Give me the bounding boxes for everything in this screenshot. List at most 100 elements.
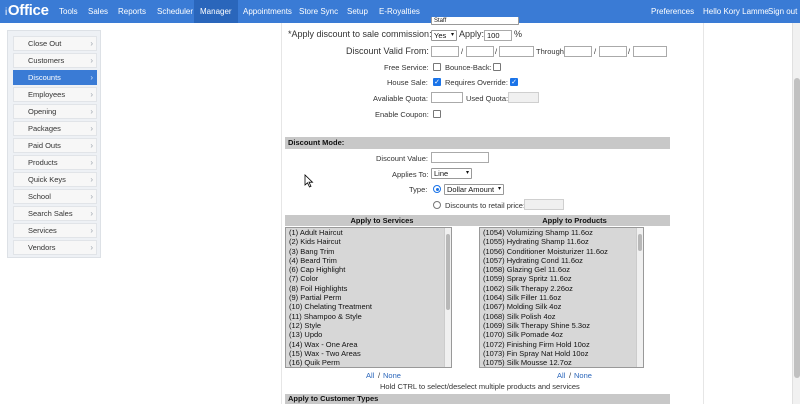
staff-select[interactable]: Staff xyxy=(431,17,519,25)
nav-store-sync[interactable]: Store Sync xyxy=(293,0,344,23)
list-item[interactable]: (1064) Silk Filler 11.6oz xyxy=(480,293,643,302)
chevron-right-icon: › xyxy=(90,107,93,116)
nav-setup[interactable]: Setup xyxy=(341,0,374,23)
list-item[interactable]: (3) Bang Trim xyxy=(286,247,451,256)
list-item[interactable]: (16) Quik Perm xyxy=(286,358,451,367)
list-item[interactable]: (1067) Molding Silk 4oz xyxy=(480,302,643,311)
nav-appointments[interactable]: Appointments xyxy=(237,0,298,23)
applies-to-value: Line xyxy=(434,169,449,178)
valid-to-year[interactable] xyxy=(633,46,667,57)
house-sale-checkbox[interactable]: ✓ xyxy=(433,78,441,86)
list-item[interactable]: (1073) Fin Spray Nat Hold 10oz xyxy=(480,349,643,358)
list-item[interactable]: (1072) Finishing Firm Hold 10oz xyxy=(480,340,643,349)
list-item[interactable]: (1055) Hydrating Shamp 11.6oz xyxy=(480,237,643,246)
preferences-link[interactable]: Preferences xyxy=(651,0,694,23)
manager-sidebar: Close Out › Customers › Discounts › Employe… xyxy=(7,30,101,258)
list-item[interactable]: (14) Wax - One Area xyxy=(286,340,451,349)
services-listbox[interactable]: (1) Adult Haircut (2) Kids Haircut (3) Ban… xyxy=(285,227,452,368)
list-item[interactable]: (1068) Silk Polish 4oz xyxy=(480,312,643,321)
used-quota-input xyxy=(508,92,539,103)
products-none-link[interactable]: None xyxy=(574,371,592,380)
nav-scheduler[interactable]: Scheduler xyxy=(151,0,199,23)
services-scrollbar[interactable] xyxy=(444,228,451,367)
requires-override-checkbox[interactable]: ✓ xyxy=(510,78,518,86)
list-item[interactable]: (8) Foil Highlights xyxy=(286,284,451,293)
nav-e-royalties[interactable]: E-Royalties xyxy=(373,0,426,23)
page-scrollbar[interactable] xyxy=(792,23,800,404)
sidebar-item-discounts[interactable]: Discounts › xyxy=(13,70,97,85)
sidebar-item-opening[interactable]: Opening › xyxy=(13,104,97,119)
available-quota-input[interactable] xyxy=(431,92,463,103)
enable-coupon-checkbox[interactable] xyxy=(433,110,441,118)
chevron-right-icon: › xyxy=(90,175,93,184)
list-item[interactable]: (1) Adult Haircut xyxy=(286,228,451,237)
list-item[interactable]: (1058) Glazing Gel 11.6oz xyxy=(480,265,643,274)
sidebar-item-packages[interactable]: Packages › xyxy=(13,121,97,136)
sidebar-item-school[interactable]: School › xyxy=(13,189,97,204)
sidebar-item-label: Services xyxy=(28,226,57,235)
products-listbox[interactable]: (1054) Volumizing Shamp 11.6oz (1055) Hyd… xyxy=(479,227,644,368)
valid-from-day[interactable] xyxy=(466,46,494,57)
sidebar-item-employees[interactable]: Employees › xyxy=(13,87,97,102)
nav-reports[interactable]: Reports xyxy=(112,0,152,23)
services-none-link[interactable]: None xyxy=(383,371,401,380)
scroll-thumb[interactable] xyxy=(794,78,800,378)
scroll-thumb[interactable] xyxy=(446,234,450,310)
nav-sales[interactable]: Sales xyxy=(82,0,114,23)
chevron-right-icon: › xyxy=(90,243,93,252)
list-item[interactable]: (11) Shampoo & Style xyxy=(286,312,451,321)
list-item[interactable]: (7) Color xyxy=(286,274,451,283)
products-all-link[interactable]: All xyxy=(557,371,565,380)
sidebar-item-search-sales[interactable]: Search Sales › xyxy=(13,206,97,221)
list-item[interactable]: (6) Cap Highlight xyxy=(286,265,451,274)
list-item[interactable]: (1069) Silk Therapy Shine 5.3oz xyxy=(480,321,643,330)
retail-price-radio[interactable] xyxy=(433,201,441,209)
sidebar-item-quick-keys[interactable]: Quick Keys › xyxy=(13,172,97,187)
sidebar-item-services[interactable]: Services › xyxy=(13,223,97,238)
sidebar-item-label: Discounts xyxy=(28,73,61,82)
sidebar-item-paid-outs[interactable]: Paid Outs › xyxy=(13,138,97,153)
valid-from-month[interactable] xyxy=(431,46,459,57)
valid-from-year[interactable] xyxy=(499,46,534,57)
app-logo[interactable]: iOffice xyxy=(5,2,49,19)
list-item[interactable]: (1057) Hydrating Cond 11.6oz xyxy=(480,256,643,265)
list-item[interactable]: (1075) Silk Mousse 12.7oz xyxy=(480,358,643,367)
list-item[interactable]: (12) Style xyxy=(286,321,451,330)
list-item[interactable]: (15) Wax - Two Areas xyxy=(286,349,451,358)
discount-value-input[interactable] xyxy=(431,152,489,163)
sidebar-item-vendors[interactable]: Vendors › xyxy=(13,240,97,255)
commission-select[interactable]: Yes ▾ xyxy=(431,30,457,41)
sidebar-item-label: Close Out xyxy=(28,39,62,48)
sidebar-item-products[interactable]: Products › xyxy=(13,155,97,170)
applies-to-select[interactable]: Line ▾ xyxy=(431,168,472,179)
list-item[interactable]: (1054) Volumizing Shamp 11.6oz xyxy=(480,228,643,237)
sidebar-item-customers[interactable]: Customers › xyxy=(13,53,97,68)
bounce-back-checkbox[interactable] xyxy=(493,63,501,71)
list-item[interactable]: (9) Partial Perm xyxy=(286,293,451,302)
services-all-link[interactable]: All xyxy=(366,371,374,380)
sidebar-item-close-out[interactable]: Close Out › xyxy=(13,36,97,51)
list-item[interactable]: (13) Updo xyxy=(286,330,451,339)
valid-to-day[interactable] xyxy=(599,46,627,57)
list-item[interactable]: (2) Kids Haircut xyxy=(286,237,451,246)
type-radio-dollar[interactable] xyxy=(433,185,441,193)
nav-manager[interactable]: Manager xyxy=(194,0,238,23)
type-select[interactable]: Dollar Amount ▾ xyxy=(444,184,504,195)
free-service-checkbox[interactable] xyxy=(433,63,441,71)
signout-link[interactable]: Sign out xyxy=(768,0,797,23)
list-item[interactable]: (4) Beard Trim xyxy=(286,256,451,265)
nav-tools[interactable]: Tools xyxy=(53,0,84,23)
products-scrollbar[interactable] xyxy=(636,228,643,367)
list-item[interactable]: (1062) Silk Therapy 2.26oz xyxy=(480,284,643,293)
scroll-thumb[interactable] xyxy=(638,234,642,251)
list-item[interactable]: (1070) Silk Pomade 4oz xyxy=(480,330,643,339)
staff-select-value: Staff xyxy=(434,18,447,24)
valid-to-month[interactable] xyxy=(564,46,592,57)
apply-percent-input[interactable]: 100 xyxy=(484,30,512,41)
list-item[interactable]: (1059) Spray Spritz 11.6oz xyxy=(480,274,643,283)
content-left-border xyxy=(281,23,282,404)
list-item[interactable]: (1056) Conditioner Moisturizer 11.6oz xyxy=(480,247,643,256)
commission-select-value: Yes xyxy=(434,31,447,40)
chevron-down-icon: ▾ xyxy=(497,186,501,192)
list-item[interactable]: (10) Chelating Treatment xyxy=(286,302,451,311)
